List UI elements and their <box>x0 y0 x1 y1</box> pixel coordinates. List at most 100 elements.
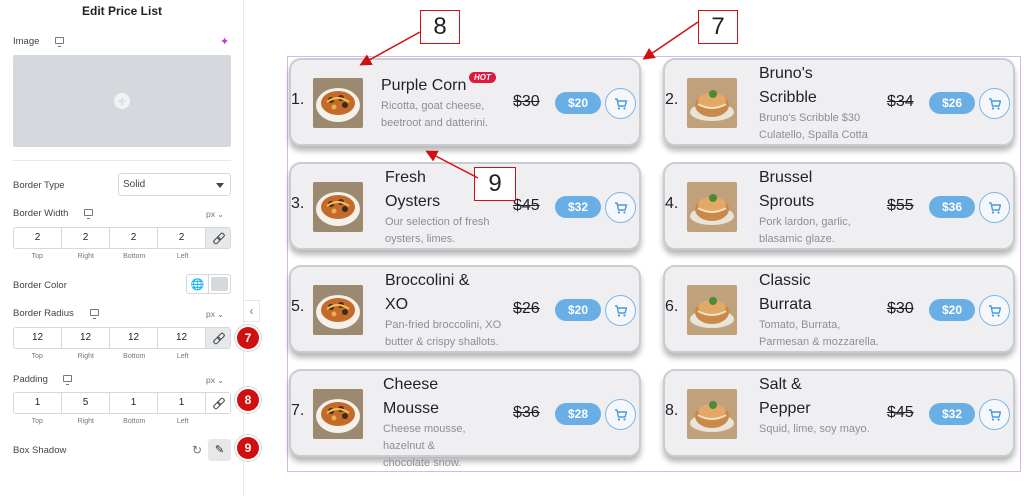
old-price: $26 <box>513 300 540 317</box>
item-description: Tomato, Burrata, <box>759 319 841 331</box>
item-number: 8. <box>665 402 679 419</box>
responsive-desktop-icon[interactable] <box>90 309 99 319</box>
border-radius-inputs: 12 12 12 12 <box>13 327 231 349</box>
add-to-cart-button[interactable] <box>979 88 1010 119</box>
cart-icon <box>614 408 627 421</box>
price-badge: $20 <box>555 92 601 114</box>
box-shadow-label: Box Shadow <box>13 445 67 456</box>
ai-sparkle-icon[interactable]: ✦ <box>220 35 229 48</box>
price-list-item: 8. Salt & Pepper Squid, lime, soy mayo. $45 $… <box>663 369 1015 457</box>
border-color-control[interactable]: 🌐 <box>186 274 231 294</box>
price-badge: $28 <box>555 403 601 425</box>
padding-bottom-input[interactable]: 1 <box>110 393 158 413</box>
side-label-top: Top <box>31 353 43 360</box>
link-values-button[interactable] <box>206 328 230 348</box>
padding-top-input[interactable]: 1 <box>14 393 62 413</box>
item-title: Oysters <box>385 193 441 210</box>
item-title: Brussel <box>759 169 813 186</box>
food-thumbnail <box>687 78 737 128</box>
item-number: 5. <box>291 298 305 315</box>
item-title: Bruno's <box>759 65 813 82</box>
add-to-cart-button[interactable] <box>605 399 636 430</box>
border-width-left-input[interactable]: 2 <box>158 228 206 248</box>
price-list-item: 7. Cheese Mousse Cheese mousse, hazelnut & ch… <box>289 369 641 469</box>
border-radius-right-input[interactable]: 12 <box>62 328 110 348</box>
old-price: $45 <box>887 404 914 421</box>
food-thumbnail <box>687 389 737 439</box>
price-list-item: 1. Purple Corn HOT Ricotta, goat cheese, bee… <box>289 58 641 146</box>
item-description: hazelnut & <box>383 440 435 452</box>
item-title: XO <box>385 296 409 313</box>
cart-icon <box>614 201 627 214</box>
responsive-desktop-icon[interactable] <box>55 37 64 47</box>
cart-icon <box>988 408 1001 421</box>
annotation-badge-7: 7 <box>237 327 259 349</box>
item-title: Scribble <box>759 89 817 106</box>
add-to-cart-button[interactable] <box>979 192 1010 223</box>
padding-unit-select[interactable]: px <box>206 375 224 385</box>
item-title: Classic <box>759 272 811 289</box>
item-description: Our selection of fresh <box>385 216 490 228</box>
item-title: Broccolini & <box>385 272 470 289</box>
editor-panel: Edit Price List Image ✦ + Border Type So… <box>0 0 244 496</box>
border-radius-unit-select[interactable]: px <box>206 309 224 319</box>
globe-icon[interactable]: 🌐 <box>187 275 209 293</box>
side-label-bottom: Bottom <box>123 253 146 260</box>
callout-9: 9 <box>474 167 516 201</box>
item-title: Fresh <box>385 169 426 186</box>
add-to-cart-button[interactable] <box>605 295 636 326</box>
border-width-unit-select[interactable]: px <box>206 209 224 219</box>
add-to-cart-button[interactable] <box>979 295 1010 326</box>
border-radius-bottom-input[interactable]: 12 <box>110 328 158 348</box>
old-price: $55 <box>887 197 914 214</box>
border-type-select[interactable]: Solid <box>118 173 231 196</box>
item-number: 7. <box>291 402 305 419</box>
price-list-item: 2. Bruno's Scribble Bruno's Scribble $30 Cul… <box>663 58 1015 146</box>
item-number: 3. <box>291 195 305 212</box>
cart-icon <box>988 304 1001 317</box>
price-badge: $20 <box>555 299 601 321</box>
cart-icon <box>614 304 627 317</box>
add-to-cart-button[interactable] <box>605 192 636 223</box>
border-width-label: Border Width <box>13 208 69 219</box>
item-description: Bruno's Scribble $30 <box>759 112 861 124</box>
color-swatch[interactable] <box>211 277 228 291</box>
border-width-top-input[interactable]: 2 <box>14 228 62 248</box>
collapse-panel-button[interactable]: ‹ <box>244 300 260 322</box>
link-values-button[interactable] <box>206 228 230 248</box>
edit-box-shadow-button[interactable]: ✎ <box>208 439 231 461</box>
item-title: Purple Corn <box>381 77 467 94</box>
border-radius-label: Border Radius <box>13 308 74 319</box>
cart-icon <box>988 201 1001 214</box>
image-label: Image <box>13 36 40 47</box>
reset-icon[interactable]: ↻ <box>192 443 202 457</box>
item-description: Parmesan & mozzarella. <box>759 336 879 348</box>
side-labels: Top Right Bottom Left <box>13 353 207 360</box>
padding-left-input[interactable]: 1 <box>158 393 206 413</box>
food-thumbnail <box>313 389 363 439</box>
border-type-label: Border Type <box>13 180 65 191</box>
border-width-bottom-input[interactable]: 2 <box>110 228 158 248</box>
link-values-button[interactable] <box>206 393 230 413</box>
cart-icon <box>614 97 627 110</box>
add-image-icon[interactable]: + <box>114 93 130 109</box>
item-description: chocolate snow. <box>383 457 462 469</box>
food-thumbnail <box>687 285 737 335</box>
responsive-desktop-icon[interactable] <box>84 209 93 219</box>
chevron-left-icon: ‹ <box>249 304 254 318</box>
price-badge: $20 <box>929 299 975 321</box>
price-badge: $26 <box>929 92 975 114</box>
border-radius-left-input[interactable]: 12 <box>158 328 206 348</box>
item-description: Culatello, Spalla Cotta <box>759 129 868 141</box>
item-number: 6. <box>665 298 679 315</box>
link-icon <box>213 233 223 243</box>
add-to-cart-button[interactable] <box>979 399 1010 430</box>
border-radius-top-input[interactable]: 12 <box>14 328 62 348</box>
border-width-right-input[interactable]: 2 <box>62 228 110 248</box>
padding-right-input[interactable]: 5 <box>62 393 110 413</box>
responsive-desktop-icon[interactable] <box>63 375 72 385</box>
price-list-item: 3. Fresh Oysters Our selection of fresh oyst… <box>289 162 641 250</box>
item-description: beetroot and datterini. <box>381 117 489 129</box>
side-label-left: Left <box>176 418 189 425</box>
add-to-cart-button[interactable] <box>605 88 636 119</box>
